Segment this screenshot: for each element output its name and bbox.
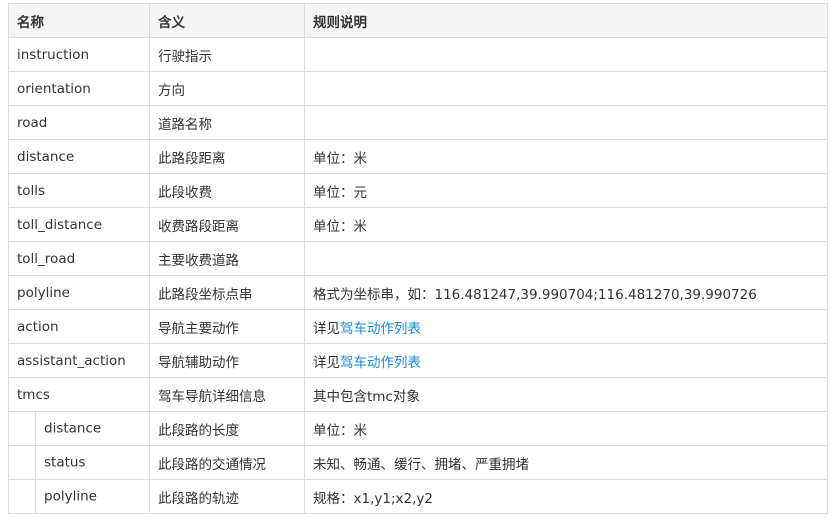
field-name: road xyxy=(8,105,150,140)
field-meaning: 此路段距离 xyxy=(149,139,305,174)
field-table: 名称 含义 规则说明 instruction 行驶指示 orientation … xyxy=(8,3,828,514)
field-name: orientation xyxy=(8,71,150,106)
rule-text: 详见 xyxy=(313,354,340,371)
indent-cell xyxy=(10,446,36,479)
field-meaning: 导航辅助动作 xyxy=(149,343,305,378)
field-meaning: 道路名称 xyxy=(149,105,305,140)
sub-field-name-text: status xyxy=(44,454,86,471)
driving-action-list-link[interactable]: 驾车动作列表 xyxy=(340,355,421,371)
indent-cell xyxy=(10,412,36,445)
rule-text: 详见 xyxy=(313,320,340,337)
sub-field-rule: 单位：米 xyxy=(304,411,828,446)
field-name: assistant_action xyxy=(8,343,150,378)
field-meaning: 收费路段距离 xyxy=(149,207,305,242)
sub-field-name-text: distance xyxy=(44,420,102,437)
field-meaning: 此段收费 xyxy=(149,173,305,208)
field-meaning: 驾车导航详细信息 xyxy=(149,377,305,412)
field-meaning: 此路段坐标点串 xyxy=(149,275,305,310)
field-rule: 单位：米 xyxy=(304,139,828,174)
field-rule: 其中包含tmc对象 xyxy=(304,377,828,412)
sub-field-name: distance xyxy=(8,411,150,446)
sub-field-name-text: polyline xyxy=(44,488,97,505)
field-name: instruction xyxy=(8,37,150,72)
field-name: action xyxy=(8,309,150,344)
field-rule: 单位：米 xyxy=(304,207,828,242)
field-name: toll_distance xyxy=(8,207,150,242)
rule-text: 其中包含tmc对象 xyxy=(313,388,420,405)
header-meaning: 含义 xyxy=(149,3,305,38)
header-rule: 规则说明 xyxy=(304,3,828,38)
table-subrow: polyline 此段路的轨迹 规格：x1,y1;x2,y2 xyxy=(8,479,828,514)
field-rule xyxy=(304,105,828,140)
rule-text: 单位：米 xyxy=(313,150,367,167)
field-rule: 详见驾车动作列表 xyxy=(304,343,828,378)
table-subrow: status 此段路的交通情况 未知、畅通、缓行、拥堵、严重拥堵 xyxy=(8,445,828,480)
table-row: road 道路名称 xyxy=(8,105,828,140)
table-row: toll_distance 收费路段距离 单位：米 xyxy=(8,207,828,242)
field-meaning: 行驶指示 xyxy=(149,37,305,72)
sub-field-name: polyline xyxy=(8,479,150,514)
sub-field-rule: 未知、畅通、缓行、拥堵、严重拥堵 xyxy=(304,445,828,480)
field-name: polyline xyxy=(8,275,150,310)
field-name: tolls xyxy=(8,173,150,208)
table-row: polyline 此路段坐标点串 格式为坐标串，如：116.481247,39.… xyxy=(8,275,828,310)
field-rule xyxy=(304,37,828,72)
rule-text: 单位：米 xyxy=(313,218,367,235)
table-row: distance 此路段距离 单位：米 xyxy=(8,139,828,174)
sub-field-meaning: 此段路的交通情况 xyxy=(149,445,305,480)
field-rule: 详见驾车动作列表 xyxy=(304,309,828,344)
field-name: tmcs xyxy=(8,377,150,412)
field-meaning: 主要收费道路 xyxy=(149,241,305,276)
driving-action-list-link[interactable]: 驾车动作列表 xyxy=(340,321,421,337)
sub-field-name: status xyxy=(8,445,150,480)
table-header-row: 名称 含义 规则说明 xyxy=(8,3,828,38)
field-rule xyxy=(304,71,828,106)
field-meaning: 导航主要动作 xyxy=(149,309,305,344)
sub-field-rule: 规格：x1,y1;x2,y2 xyxy=(304,479,828,514)
rule-text: 格式为坐标串，如：116.481247,39.990704;116.481270… xyxy=(313,286,757,303)
field-rule: 单位：元 xyxy=(304,173,828,208)
table-row: orientation 方向 xyxy=(8,71,828,106)
table-row: instruction 行驶指示 xyxy=(8,37,828,72)
indent-cell xyxy=(10,480,36,513)
table-row: assistant_action 导航辅助动作 详见驾车动作列表 xyxy=(8,343,828,378)
field-rule xyxy=(304,241,828,276)
table-row: action 导航主要动作 详见驾车动作列表 xyxy=(8,309,828,344)
field-name: distance xyxy=(8,139,150,174)
table-row: tmcs 驾车导航详细信息 其中包含tmc对象 xyxy=(8,377,828,412)
table-subrow: distance 此段路的长度 单位：米 xyxy=(8,411,828,446)
rule-text: 单位：元 xyxy=(313,184,367,201)
sub-field-meaning: 此段路的轨迹 xyxy=(149,479,305,514)
table-row: toll_road 主要收费道路 xyxy=(8,241,828,276)
field-rule: 格式为坐标串，如：116.481247,39.990704;116.481270… xyxy=(304,275,828,310)
sub-field-meaning: 此段路的长度 xyxy=(149,411,305,446)
field-name: toll_road xyxy=(8,241,150,276)
field-meaning: 方向 xyxy=(149,71,305,106)
header-name: 名称 xyxy=(8,3,150,38)
table-row: tolls 此段收费 单位：元 xyxy=(8,173,828,208)
